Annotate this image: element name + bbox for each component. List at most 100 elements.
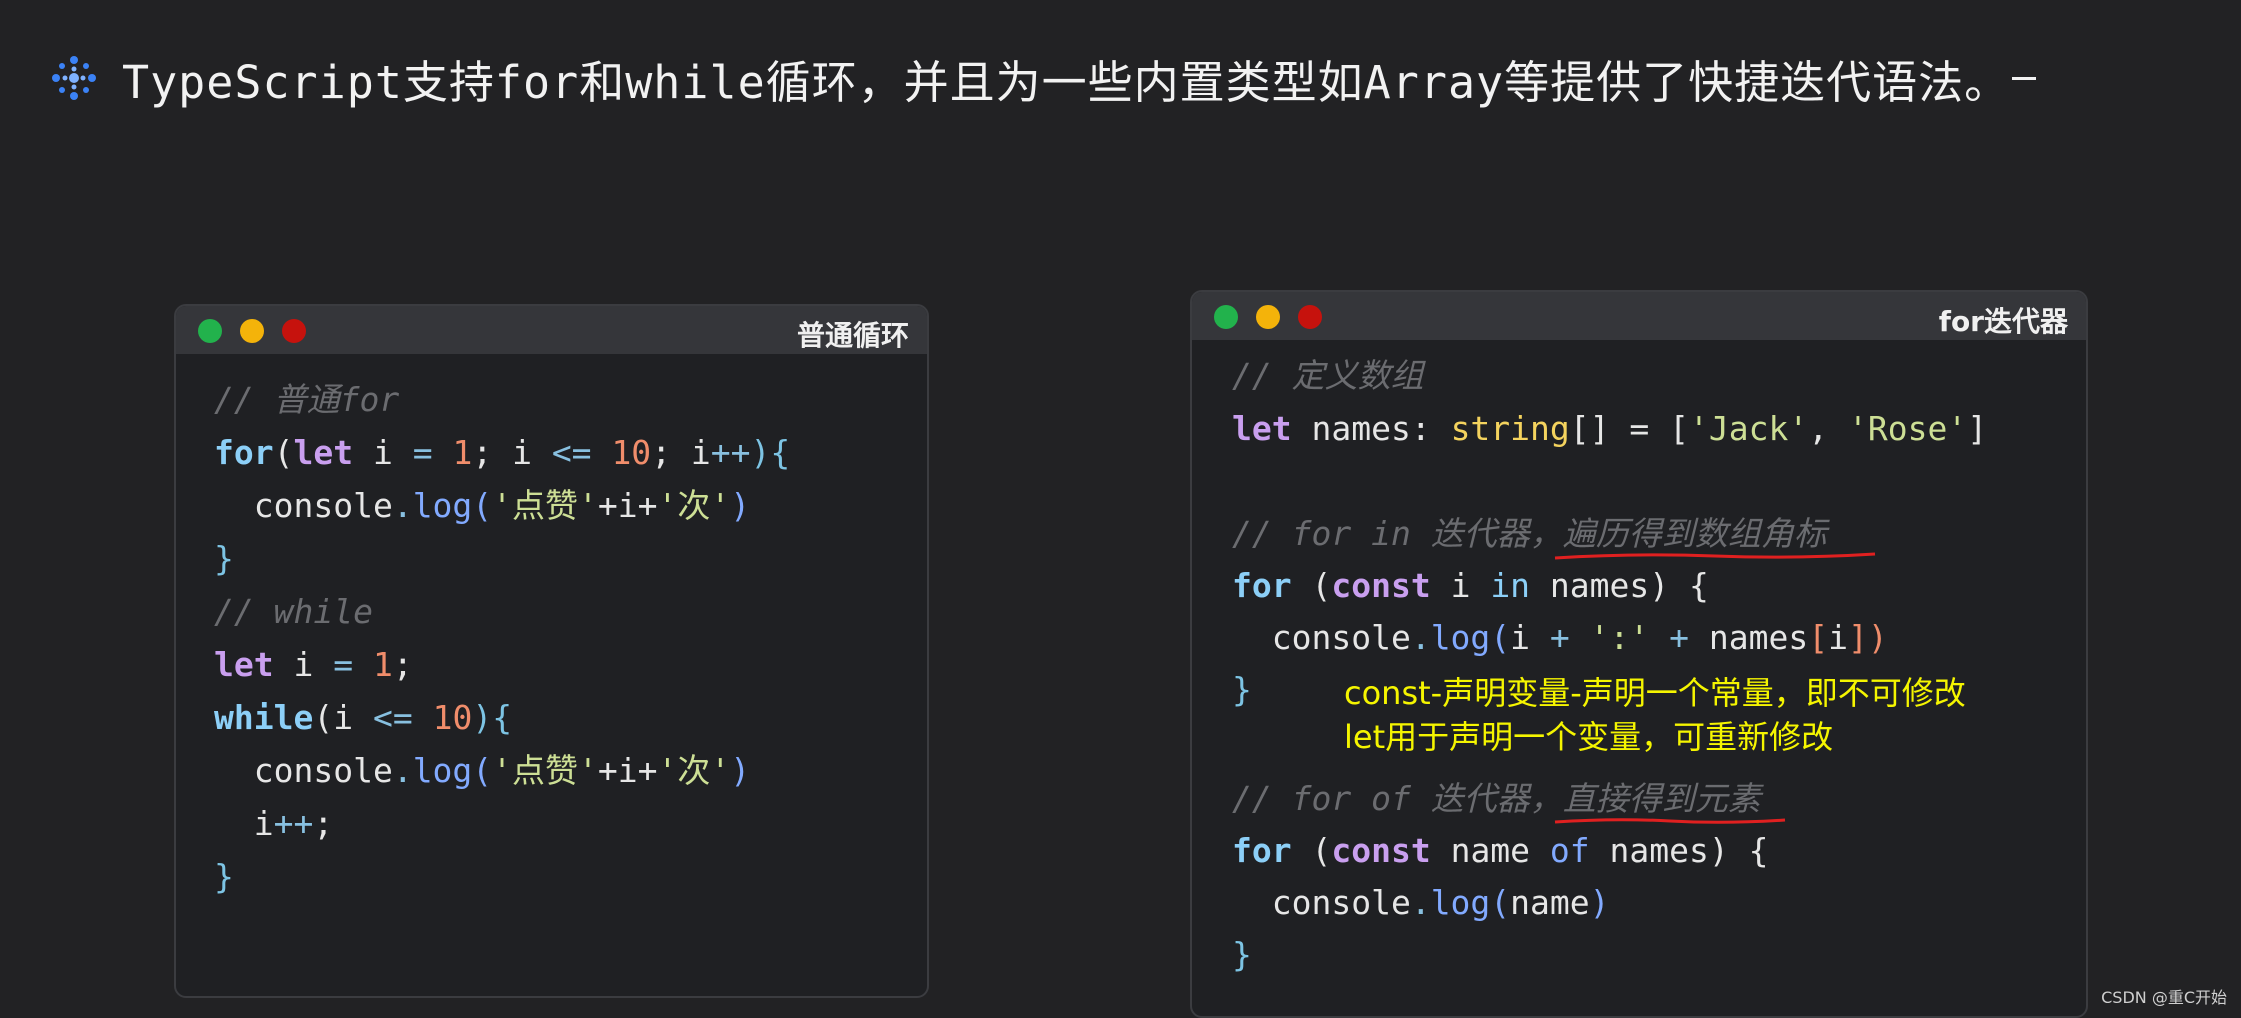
window-title: 普通循环 xyxy=(796,319,909,352)
red-underline-mark xyxy=(1554,552,1875,560)
code-text: name xyxy=(1510,883,1590,922)
operator: ++ xyxy=(710,433,751,472)
number: 10 xyxy=(432,698,473,737)
code-line: } xyxy=(1232,933,1252,977)
window-title: for迭代器 xyxy=(1938,305,2068,338)
code-line: while(i <= 10){ xyxy=(214,696,512,740)
punct: ( xyxy=(1490,618,1511,657)
sparkle-bullet-icon xyxy=(52,56,96,100)
code-text: name xyxy=(1430,831,1550,870)
punct: [ xyxy=(1808,618,1829,657)
watermark: CSDN @重C开始 xyxy=(2101,988,2227,1007)
code-text: ] xyxy=(1967,409,1988,448)
comment: // for in 迭代器， xyxy=(1232,514,1563,553)
string: '次' xyxy=(657,751,731,790)
code-text: +i+ xyxy=(597,486,658,525)
keyword: const xyxy=(1331,831,1431,870)
code-text: ; i xyxy=(472,433,552,472)
code-text: +i+ xyxy=(597,751,658,790)
code-line: console.log('点赞'+i+'次') xyxy=(214,484,750,528)
string: '点赞' xyxy=(492,751,598,790)
punct: ){ xyxy=(472,698,513,737)
operator: ++ xyxy=(273,804,314,843)
keyword: let xyxy=(214,645,274,684)
function-name: log xyxy=(1430,883,1491,922)
code-text: (i xyxy=(313,698,373,737)
punct: . xyxy=(1410,883,1431,922)
code-text: i xyxy=(1430,566,1491,605)
code-line: let i = 1; xyxy=(214,643,413,687)
code-text: names) { xyxy=(1589,831,1769,870)
operator: + xyxy=(1549,618,1570,657)
punct: ( xyxy=(273,433,294,472)
code-line: } xyxy=(214,537,234,581)
code-text: names) { xyxy=(1530,566,1709,605)
comment: 直接得到元素 xyxy=(1562,779,1761,818)
code-line: for (const i in names) { xyxy=(1232,564,1709,608)
keyword: const xyxy=(1331,566,1431,605)
code-text: [] = [ xyxy=(1569,409,1689,448)
code-text: i xyxy=(1828,618,1848,657)
operator: + xyxy=(1669,618,1690,657)
code-text: ( xyxy=(1291,831,1332,870)
code-text: console xyxy=(1232,883,1411,922)
string: '次' xyxy=(657,486,731,525)
keyword: for xyxy=(214,433,274,472)
punct: } xyxy=(214,857,234,896)
code-window-basic-loop: 普通循环 // 普通for for(let i = 1; i <= 10; i+… xyxy=(174,304,929,998)
underlined-comment: 遍历得到数组角标 xyxy=(1554,514,1875,560)
function-name: log xyxy=(412,486,473,525)
code-line: let names: string[] = ['Jack', 'Rose'] xyxy=(1232,407,1987,451)
code-text: ; xyxy=(313,804,334,843)
keyword: of xyxy=(1549,831,1590,870)
code-text: names xyxy=(1689,618,1809,657)
code-line: // 定义数组 xyxy=(1232,354,1424,398)
punct: ( xyxy=(1490,883,1511,922)
code-text: ( xyxy=(1291,566,1332,605)
keyword: while xyxy=(214,698,314,737)
yellow-dot-icon xyxy=(240,319,264,343)
code-text: names: xyxy=(1291,409,1451,448)
punct: . xyxy=(392,486,413,525)
keyword: let xyxy=(293,433,354,472)
green-dot-icon xyxy=(198,319,222,343)
code-line: } xyxy=(214,855,234,899)
code-text: console xyxy=(1232,618,1411,657)
comment: // for of 迭代器， xyxy=(1232,779,1563,818)
keyword: for xyxy=(1232,566,1292,605)
underlined-comment: 直接得到元素 xyxy=(1554,779,1785,824)
red-dot-icon xyxy=(1298,305,1322,329)
heading-cursor xyxy=(2012,76,2037,80)
code-line: console.log('点赞'+i+'次') xyxy=(214,749,750,793)
punct: . xyxy=(1410,618,1431,657)
operator: = xyxy=(412,433,433,472)
number: 1 xyxy=(452,433,473,472)
punct: } xyxy=(214,539,234,578)
annotation-const: const-声明变量-声明一个常量，即不可修改 xyxy=(1344,674,1966,712)
code-line: i++; xyxy=(214,802,334,846)
red-underline-mark xyxy=(1554,818,1785,824)
comment: // 定义数组 xyxy=(1232,356,1424,395)
code-line: for (const name of names) { xyxy=(1232,829,1768,873)
comment: 遍历得到数组角标 xyxy=(1562,514,1827,553)
operator: <= xyxy=(372,698,413,737)
punct: } xyxy=(1232,935,1252,974)
window-title-bar: 普通循环 xyxy=(176,306,927,354)
code-text: i xyxy=(273,645,334,684)
string: ':' xyxy=(1589,618,1650,657)
keyword: for xyxy=(1232,831,1292,870)
green-dot-icon xyxy=(1214,305,1238,329)
punct: ){ xyxy=(750,433,791,472)
punct: ( xyxy=(472,751,493,790)
slide-heading: TypeScript支持for和while循环，并且为一些内置类型如Array等… xyxy=(48,46,2037,110)
punct: ]) xyxy=(1848,618,1888,657)
code-line: console.log(i + ':' + names[i]) xyxy=(1232,616,1888,660)
code-text: , xyxy=(1808,409,1848,448)
code-text: console xyxy=(214,486,393,525)
keyword: let xyxy=(1232,409,1292,448)
